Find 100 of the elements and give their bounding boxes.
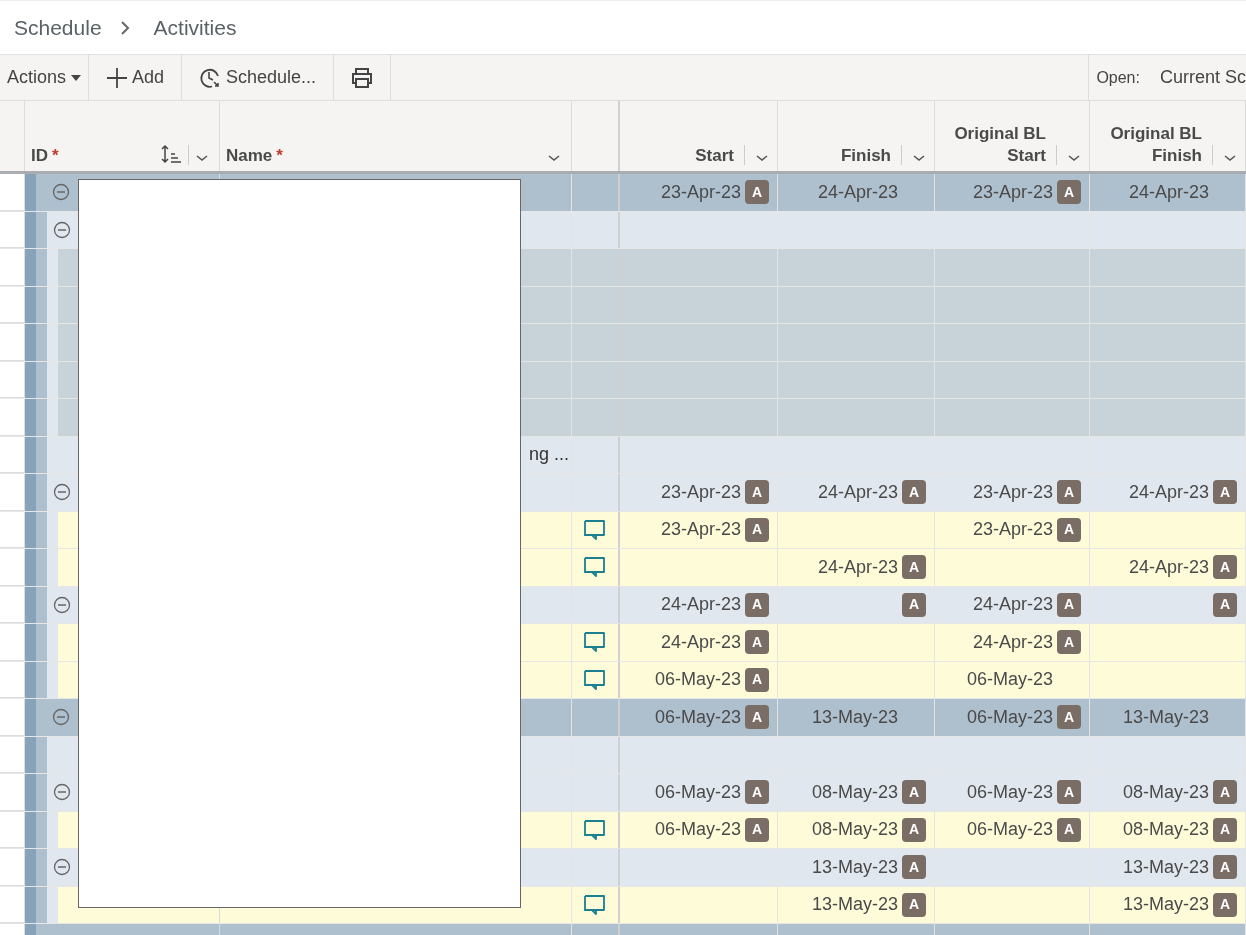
table-cell[interactable]: 08-May-23 A bbox=[778, 811, 935, 848]
row-header-cell[interactable] bbox=[0, 249, 25, 286]
collapse-icon[interactable] bbox=[53, 483, 71, 502]
table-cell[interactable]: 24-Apr-23 A bbox=[778, 474, 935, 511]
row-header-cell[interactable] bbox=[0, 699, 25, 736]
chevron-down-icon[interactable] bbox=[1223, 153, 1237, 163]
column-header[interactable]: Start bbox=[695, 145, 734, 167]
table-cell[interactable]: 06-May-23 A bbox=[935, 774, 1090, 811]
table-cell[interactable]: A bbox=[1090, 586, 1246, 623]
table-cell[interactable]: 06-May-23 A bbox=[620, 811, 778, 848]
collapse-icon[interactable] bbox=[53, 220, 71, 239]
comment-icon[interactable] bbox=[583, 518, 607, 541]
outline-level-bar bbox=[25, 511, 36, 548]
outline-level-bar bbox=[25, 249, 36, 286]
chevron-down-icon[interactable] bbox=[1067, 153, 1081, 163]
chevron-down-icon[interactable] bbox=[912, 153, 926, 163]
comment-icon[interactable] bbox=[583, 818, 607, 841]
column-header[interactable]: Finish bbox=[840, 145, 891, 167]
table-cell[interactable]: 24-Apr-23 A bbox=[620, 624, 778, 661]
table-cell[interactable]: 06-May-23 A bbox=[620, 661, 778, 698]
table-cell[interactable]: 24-Apr-23 A bbox=[620, 586, 778, 623]
date-text: 24-Apr-23 bbox=[817, 480, 898, 504]
chevron-down-icon[interactable] bbox=[195, 153, 209, 163]
table-cell[interactable]: 23-Apr-23 A bbox=[935, 511, 1090, 548]
table-cell[interactable]: 13-May-23 A bbox=[1090, 849, 1246, 886]
table-cell[interactable]: 23-Apr-23 A bbox=[620, 474, 778, 511]
table-cell[interactable]: 23-Apr-23 A bbox=[935, 174, 1090, 211]
table-cell[interactable]: 23-Apr-23 A bbox=[620, 174, 778, 211]
table-cell[interactable]: 13-May-23 bbox=[1090, 699, 1246, 736]
outline-level-bar bbox=[25, 624, 36, 661]
outline-level-bar bbox=[25, 586, 36, 623]
row-header-cell[interactable] bbox=[0, 886, 25, 923]
collapse-icon[interactable] bbox=[52, 183, 70, 202]
table-cell[interactable]: 06-May-23 A bbox=[620, 774, 778, 811]
outline-level-bar bbox=[25, 436, 36, 473]
actions-menu-button[interactable]: Actions bbox=[0, 55, 90, 100]
chevron-down-icon[interactable] bbox=[547, 153, 561, 163]
table-cell[interactable]: 08-May-23 A bbox=[778, 774, 935, 811]
row-header-cell[interactable] bbox=[0, 624, 25, 661]
row-header-cell[interactable] bbox=[0, 549, 25, 586]
table-cell[interactable]: 24-Apr-23 A bbox=[935, 624, 1090, 661]
row-header-cell[interactable] bbox=[0, 511, 25, 548]
column-header[interactable]: Original BL Finish bbox=[1110, 123, 1202, 167]
date-text: 08-May-23 bbox=[811, 818, 898, 842]
row-header-cell[interactable] bbox=[0, 436, 25, 473]
table-cell[interactable]: 24-Apr-23 A bbox=[935, 586, 1090, 623]
actual-badge: A bbox=[1057, 705, 1081, 730]
comment-icon[interactable] bbox=[583, 668, 607, 691]
row-header-cell[interactable] bbox=[0, 811, 25, 848]
collapse-icon[interactable] bbox=[53, 783, 71, 802]
add-button[interactable]: Add bbox=[89, 55, 183, 100]
schedule-button[interactable]: Schedule... bbox=[182, 55, 335, 100]
actual-badge: A bbox=[1213, 555, 1237, 580]
table-cell[interactable]: 08-May-23 A bbox=[1090, 811, 1246, 848]
row-header-cell[interactable] bbox=[0, 361, 25, 398]
table-cell[interactable]: 06-May-23 A bbox=[620, 699, 778, 736]
outline-level-bar bbox=[25, 286, 36, 323]
column-header[interactable]: Name * bbox=[226, 145, 283, 167]
comment-icon[interactable] bbox=[583, 556, 607, 579]
table-cell[interactable]: 24-Apr-23 bbox=[1090, 174, 1246, 211]
row-header-cell[interactable] bbox=[0, 211, 25, 248]
row-header-cell[interactable] bbox=[0, 474, 25, 511]
table-cell[interactable]: 24-Apr-23 A bbox=[778, 549, 935, 586]
table-cell[interactable]: 24-Apr-23 A bbox=[1090, 474, 1246, 511]
row-header-cell[interactable] bbox=[0, 849, 25, 886]
table-cell[interactable]: A bbox=[778, 586, 935, 623]
column-header[interactable]: ID * bbox=[31, 145, 59, 167]
row-header-cell[interactable] bbox=[0, 774, 25, 811]
row-header-cell[interactable] bbox=[0, 324, 25, 361]
table-cell[interactable]: 24-Apr-23 bbox=[778, 174, 935, 211]
collapse-icon[interactable] bbox=[53, 595, 71, 614]
table-cell[interactable]: 06-May-23 A bbox=[935, 699, 1090, 736]
column-header[interactable]: Original BL Start bbox=[954, 123, 1046, 167]
row-header-cell[interactable] bbox=[0, 399, 25, 436]
breadcrumb-link[interactable]: Schedule bbox=[14, 11, 102, 44]
row-header-cell[interactable] bbox=[0, 286, 25, 323]
table-cell[interactable]: 13-May-23 A bbox=[1090, 886, 1246, 923]
table-cell[interactable]: 23-Apr-23 A bbox=[935, 474, 1090, 511]
table-cell[interactable]: 23-Apr-23 A bbox=[620, 511, 778, 548]
table-cell[interactable]: 13-May-23 A bbox=[778, 886, 935, 923]
row-header-cell[interactable] bbox=[0, 174, 25, 211]
row-header-cell[interactable] bbox=[0, 586, 25, 623]
comment-icon[interactable] bbox=[583, 893, 607, 916]
open-select[interactable]: Current Sc bbox=[1159, 64, 1246, 91]
row-header-cell[interactable] bbox=[0, 736, 25, 773]
table-cell[interactable]: 13-May-23 bbox=[778, 699, 935, 736]
collapse-icon[interactable] bbox=[52, 708, 70, 727]
comment-icon[interactable] bbox=[583, 631, 607, 654]
table-cell[interactable]: 06-May-23 bbox=[935, 661, 1090, 698]
sort-icon[interactable] bbox=[160, 144, 182, 164]
outline-level-bar bbox=[25, 399, 36, 436]
row-header-cell[interactable] bbox=[0, 661, 25, 698]
table-cell[interactable]: 06-May-23 A bbox=[935, 811, 1090, 848]
table-cell[interactable]: 08-May-23 A bbox=[1090, 774, 1246, 811]
outline-level-bar bbox=[36, 661, 47, 698]
chevron-down-icon[interactable] bbox=[755, 153, 769, 163]
outline-level-bar bbox=[36, 174, 47, 211]
collapse-icon[interactable] bbox=[53, 858, 71, 877]
table-cell[interactable]: 13-May-23 A bbox=[778, 849, 935, 886]
table-cell[interactable]: 24-Apr-23 A bbox=[1090, 549, 1246, 586]
